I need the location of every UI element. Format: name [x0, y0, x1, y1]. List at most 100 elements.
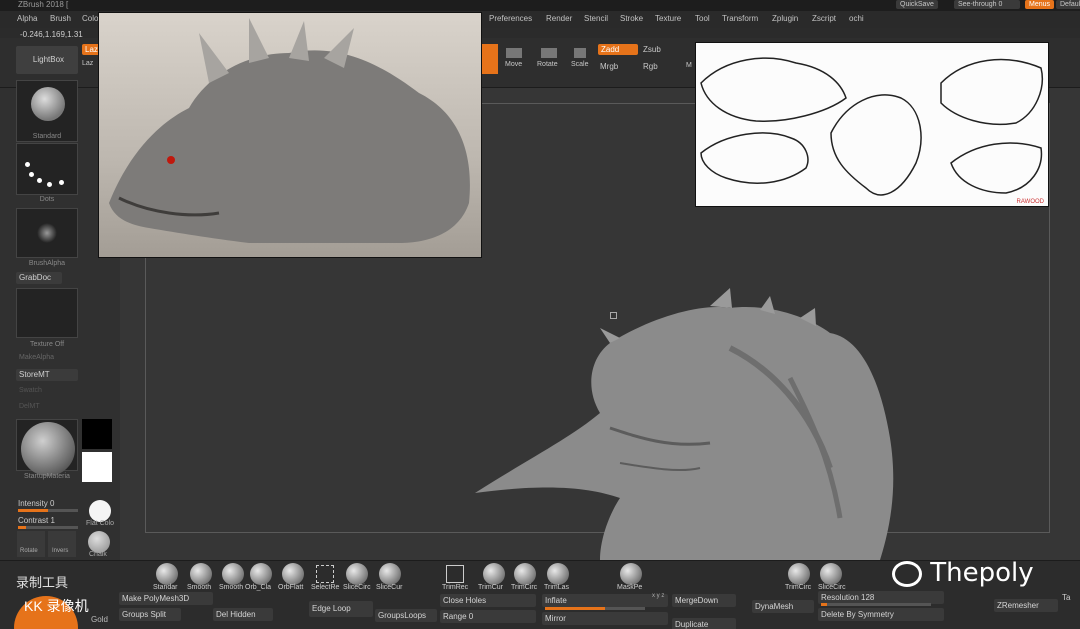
slice-circle-icon[interactable]: [346, 563, 368, 585]
menu-stroke[interactable]: Stroke: [620, 14, 643, 23]
intensity-track[interactable]: [18, 509, 78, 512]
groups-split-button[interactable]: Groups Split: [119, 608, 181, 621]
chalk-label: Chalk: [89, 551, 107, 558]
trim-rect-icon[interactable]: [446, 565, 464, 583]
smooth-brush-icon[interactable]: [190, 563, 212, 585]
menu-preferences[interactable]: Preferences: [489, 14, 532, 23]
scale-label[interactable]: Scale: [571, 61, 589, 68]
flat-color-icon[interactable]: [89, 500, 111, 522]
rotate-icon[interactable]: [541, 48, 557, 58]
groups-loops-button[interactable]: GroupsLoops: [375, 609, 437, 622]
lazy-step-button[interactable]: Laz: [82, 60, 93, 67]
orb-flatten-brush-icon[interactable]: [282, 563, 304, 585]
close-holes-button[interactable]: Close Holes: [440, 594, 536, 607]
trim-curve-icon[interactable]: [483, 563, 505, 585]
mrgb-button[interactable]: Mrgb: [600, 62, 618, 71]
contrast-slider[interactable]: Contrast 1: [18, 516, 55, 525]
default-button[interactable]: Default: [1056, 0, 1080, 9]
cursor-crosshair-icon: [610, 312, 617, 319]
reference-image-dragon-bust[interactable]: [98, 12, 482, 258]
m-button[interactable]: M: [686, 62, 692, 69]
dot-icon: [25, 162, 30, 167]
mirror-button[interactable]: Mirror: [542, 612, 668, 625]
brush-label-smooth: Smooth: [187, 584, 212, 591]
menu-color[interactable]: Colo: [82, 14, 98, 23]
dot-icon: [47, 182, 52, 187]
slice-curve-icon[interactable]: [379, 563, 401, 585]
kk-recorder-label: KK 录像机: [24, 598, 89, 614]
alpha-thumbnail[interactable]: [16, 208, 78, 258]
make-polymesh-button[interactable]: Make PolyMesh3D: [119, 592, 213, 605]
range-slider[interactable]: Range 0: [440, 610, 536, 623]
duplicate-button[interactable]: Duplicate: [672, 618, 736, 629]
see-through-slider[interactable]: See-through 0: [954, 0, 1020, 9]
rgb-button[interactable]: Rgb: [643, 62, 658, 71]
draw-mode-button[interactable]: [482, 44, 498, 74]
smooth-alt-brush-icon[interactable]: [222, 563, 244, 585]
swatch-button[interactable]: Swatch: [19, 387, 81, 394]
scale-icon[interactable]: [574, 48, 586, 58]
menu-texture[interactable]: Texture: [655, 14, 681, 23]
mask-pen-icon[interactable]: [620, 563, 642, 585]
texture-thumbnail[interactable]: [16, 288, 78, 338]
standard-brush-icon: [31, 87, 65, 121]
menu-alpha[interactable]: Alpha: [17, 14, 37, 23]
menu-stencil[interactable]: Stencil: [584, 14, 608, 23]
brush-label-select-rect: SelectRe: [311, 584, 340, 591]
trim-lasso-icon[interactable]: [547, 563, 569, 585]
inflate-slider[interactable]: Inflate: [542, 594, 668, 607]
inflate-track[interactable]: [545, 607, 645, 610]
rotate-label[interactable]: Rotate: [537, 61, 558, 68]
zadd-button[interactable]: Zadd: [598, 44, 638, 55]
select-rect-icon[interactable]: [316, 565, 334, 583]
trim-circle-alt-icon[interactable]: [788, 563, 810, 585]
alpha-icon: [37, 223, 57, 243]
delmt-button[interactable]: DelMT: [19, 403, 81, 410]
merge-down-button[interactable]: MergeDown: [672, 594, 736, 607]
menu-ochi[interactable]: ochi: [849, 14, 864, 23]
brush-label-slice-curve: SliceCur: [376, 584, 403, 591]
standard-brush-icon[interactable]: [156, 563, 178, 585]
app-title: ZBrush 2018 [: [18, 0, 69, 9]
menu-zplugin[interactable]: Zplugin: [772, 14, 798, 23]
thepoly-watermark: Thepoly: [892, 558, 1034, 588]
symmetry-axes-label: x y z: [652, 593, 665, 599]
lightbox-button[interactable]: LightBox: [16, 46, 78, 74]
dragon-sculpt[interactable]: [470, 288, 910, 560]
dragon-bust-sculpt: [109, 18, 470, 243]
dynamesh-button[interactable]: DynaMesh: [752, 600, 814, 613]
stroke-thumbnail[interactable]: [16, 143, 78, 195]
chalk-material-icon[interactable]: [88, 531, 110, 553]
reference-image-concept-sketches[interactable]: RAWOOD: [695, 42, 1049, 207]
trim-circle-icon[interactable]: [514, 563, 536, 585]
menu-transform[interactable]: Transform: [722, 14, 758, 23]
secondary-color-swatch[interactable]: [82, 452, 112, 482]
primary-color-swatch[interactable]: [82, 419, 112, 449]
intensity-slider[interactable]: Intensity 0: [18, 499, 54, 508]
grabdoc-button[interactable]: GrabDoc: [16, 272, 62, 284]
zremesher-button[interactable]: ZRemesher: [994, 599, 1058, 612]
move-icon[interactable]: [506, 48, 522, 58]
quicksave-button[interactable]: QuickSave: [896, 0, 938, 9]
edge-loop-button[interactable]: Edge Loop: [309, 601, 373, 617]
sketch-brand-logo: RAWOOD: [1016, 199, 1044, 205]
delete-by-symmetry-button[interactable]: Delete By Symmetry: [818, 608, 944, 621]
slice-circle-alt-icon[interactable]: [820, 563, 842, 585]
orb-clay-brush-icon[interactable]: [250, 563, 272, 585]
del-hidden-button[interactable]: Del Hidden: [213, 608, 273, 621]
zsub-button[interactable]: Zsub: [643, 45, 661, 54]
contrast-track[interactable]: [18, 526, 78, 529]
menu-tool[interactable]: Tool: [695, 14, 710, 23]
inflate-fill: [545, 607, 605, 610]
move-label[interactable]: Move: [505, 61, 522, 68]
menus-button[interactable]: Menus: [1025, 0, 1055, 9]
makealpha-button[interactable]: MakeAlpha: [19, 354, 81, 361]
resolution-track[interactable]: [821, 603, 931, 606]
material-sphere-icon: [21, 422, 75, 476]
menu-brush[interactable]: Brush: [50, 14, 71, 23]
storemt-button[interactable]: StoreMT: [16, 369, 78, 381]
menu-render[interactable]: Render: [546, 14, 572, 23]
resolution-fill: [821, 603, 827, 606]
menu-zscript[interactable]: Zscript: [812, 14, 836, 23]
material-thumbnail[interactable]: [16, 419, 78, 476]
